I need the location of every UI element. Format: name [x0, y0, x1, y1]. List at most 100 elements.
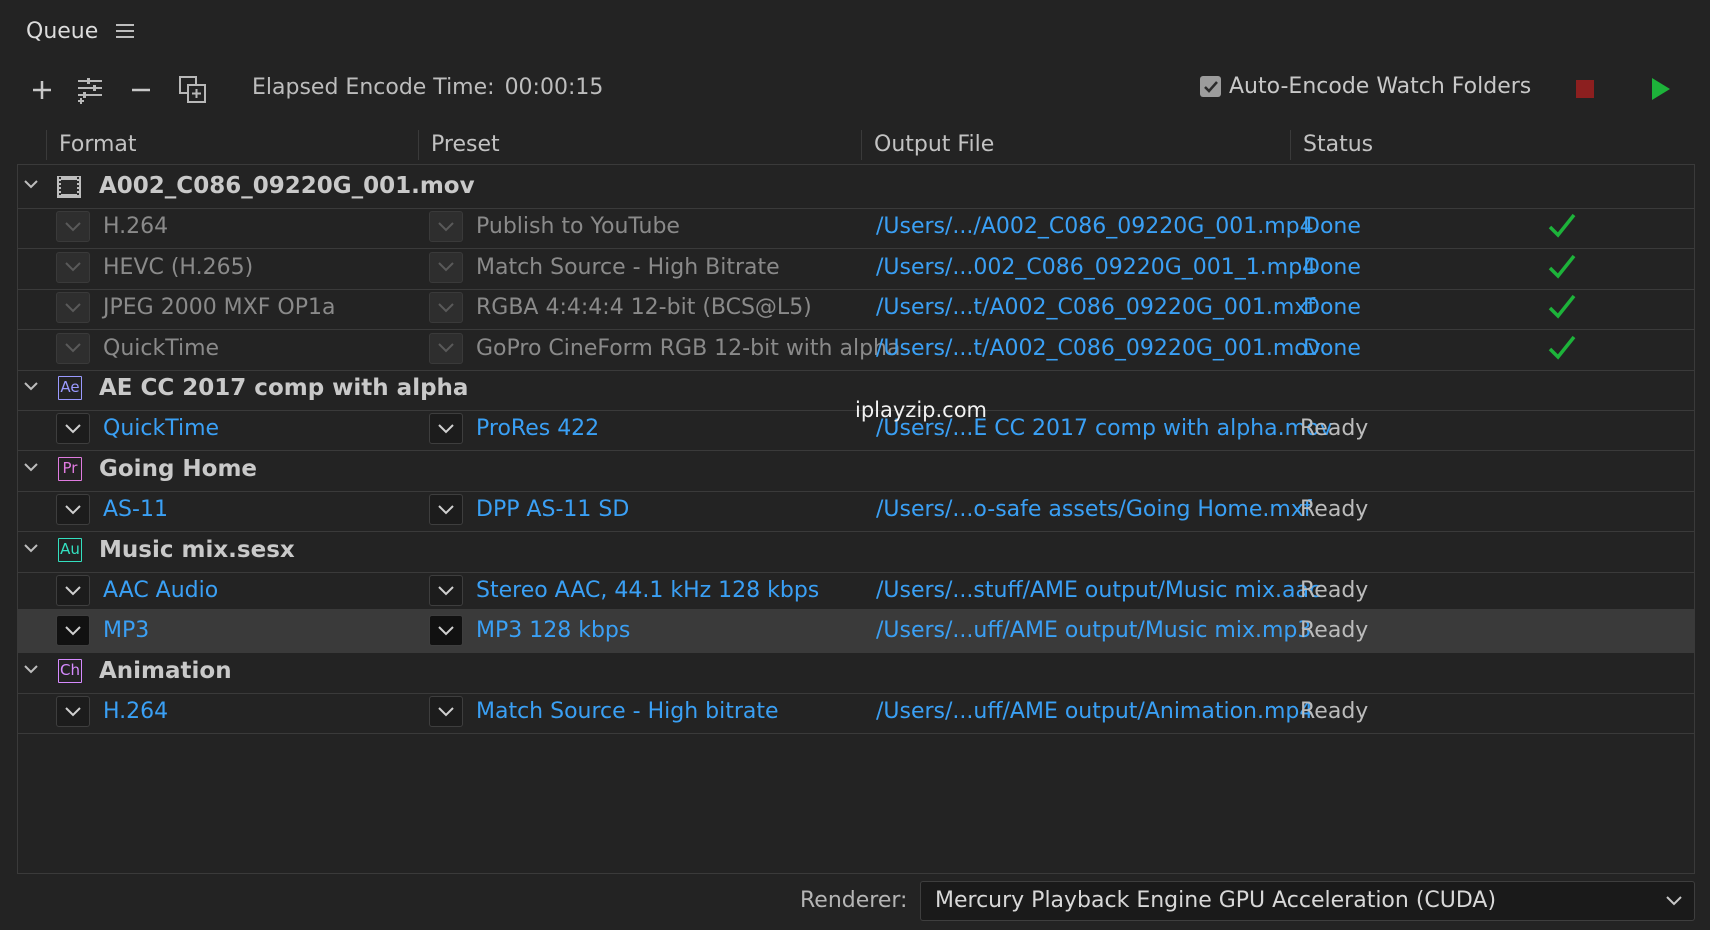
chevron-down-icon[interactable] [24, 662, 38, 676]
watermark-text: iplayzip.com [855, 398, 988, 422]
chevron-down-icon [438, 424, 454, 434]
format-value[interactable]: H.264 [103, 699, 168, 724]
preset-value[interactable]: Match Source - High bitrate [476, 699, 779, 724]
output-file-link[interactable]: /Users/...stuff/AME output/Music mix.aac [876, 578, 1321, 603]
elapsed-label: Elapsed Encode Time: [252, 75, 495, 100]
format-dropdown[interactable] [56, 332, 90, 364]
preset-value[interactable]: Match Source - High Bitrate [476, 255, 780, 280]
output-row[interactable]: H.264 Publish to YouTube /Users/.../A002… [18, 205, 1694, 250]
preset-dropdown[interactable] [429, 494, 463, 526]
format-dropdown[interactable] [56, 211, 90, 243]
output-row[interactable]: H.264 Match Source - High bitrate /Users… [18, 690, 1694, 735]
output-file-link[interactable]: /Users/...t/A002_C086_09220G_001.mxf [876, 295, 1315, 320]
preset-dropdown[interactable] [429, 292, 463, 324]
preset-dropdown[interactable] [429, 211, 463, 243]
panel-header: Queue [26, 14, 135, 48]
preset-dropdown[interactable] [429, 251, 463, 283]
add-output-button[interactable] [74, 74, 106, 106]
output-row[interactable]: AAC Audio Stereo AAC, 44.1 kHz 128 kbps … [18, 569, 1694, 613]
format-dropdown[interactable] [56, 494, 90, 526]
output-file-link[interactable]: /Users/...t/A002_C086_09220G_001.mov [876, 336, 1321, 361]
chevron-down-icon[interactable] [24, 541, 38, 555]
chevron-down-icon [438, 343, 454, 353]
output-row[interactable]: HEVC (H.265) Match Source - High Bitrate… [18, 246, 1694, 290]
renderer-select[interactable]: Mercury Playback Engine GPU Acceleration… [920, 881, 1695, 921]
done-check-icon [1548, 295, 1576, 319]
chevron-down-icon[interactable] [24, 460, 38, 474]
preset-value[interactable]: RGBA 4:4:4:4 12-bit (BCS@L5) [476, 295, 812, 320]
format-value[interactable]: H.264 [103, 214, 168, 239]
preset-value[interactable]: Publish to YouTube [476, 214, 680, 239]
format-value[interactable]: MP3 [103, 618, 149, 643]
preset-value[interactable]: GoPro CineForm RGB 12-bit with alpha [476, 336, 900, 361]
checkmark-icon [1203, 80, 1218, 93]
output-row[interactable]: JPEG 2000 MXF OP1a RGBA 4:4:4:4 12-bit (… [18, 286, 1694, 331]
auto-encode-toggle[interactable]: Auto-Encode Watch Folders [1200, 74, 1531, 99]
format-dropdown[interactable] [56, 292, 90, 324]
status-value: Ready [1300, 578, 1369, 603]
output-row[interactable]: QuickTime GoPro CineForm RGB 12-bit with… [18, 327, 1694, 371]
done-check-icon [1548, 254, 1576, 279]
toolbar: Elapsed Encode Time: 00:00:15 Auto-Encode… [0, 66, 1710, 112]
minus-icon [132, 88, 150, 92]
after-effects-icon: Ae [58, 376, 82, 400]
preset-dropdown[interactable] [429, 615, 463, 647]
format-value[interactable]: AS-11 [103, 497, 168, 522]
chevron-down-icon [65, 585, 81, 595]
chevron-down-icon[interactable] [24, 379, 38, 393]
status-value: Ready [1300, 699, 1369, 725]
remove-button[interactable] [125, 74, 157, 106]
chevron-down-icon [65, 626, 81, 636]
preset-dropdown[interactable] [429, 413, 463, 445]
format-dropdown[interactable] [56, 251, 90, 283]
column-output-file[interactable]: Output File [861, 130, 994, 160]
format-value[interactable]: HEVC (H.265) [103, 255, 253, 280]
format-value[interactable]: JPEG 2000 MXF OP1a [103, 295, 335, 320]
source-row[interactable]: Au Music mix.sesx [18, 529, 1694, 573]
format-dropdown[interactable] [56, 696, 90, 728]
preset-dropdown[interactable] [429, 575, 463, 606]
panel-menu-icon[interactable] [116, 24, 135, 38]
preset-value[interactable]: ProRes 422 [476, 416, 599, 441]
elapsed-value: 00:00:15 [504, 75, 604, 100]
output-row[interactable]: MP3 MP3 128 kbps /Users/...uff/AME outpu… [18, 609, 1694, 654]
source-row[interactable]: Ch Animation [18, 650, 1694, 694]
column-format[interactable]: Format [46, 130, 137, 160]
chevron-down-icon [438, 222, 454, 232]
chevron-down-icon [438, 626, 454, 636]
output-file-link[interactable]: /Users/...uff/AME output/Music mix.mp3 [876, 618, 1311, 643]
done-check-icon [1548, 335, 1576, 360]
source-row[interactable]: Pr Going Home [18, 448, 1694, 492]
format-value[interactable]: AAC Audio [103, 578, 218, 603]
stop-queue-button[interactable] [1576, 80, 1594, 98]
column-status[interactable]: Status [1290, 130, 1373, 160]
add-source-button[interactable] [26, 74, 58, 106]
output-row[interactable]: AS-11 DPP AS-11 SD /Users/...o-safe asse… [18, 488, 1694, 533]
preset-dropdown[interactable] [429, 696, 463, 728]
preset-dropdown[interactable] [429, 332, 463, 364]
format-dropdown[interactable] [56, 413, 90, 445]
format-value[interactable]: QuickTime [103, 336, 219, 361]
output-file-link[interactable]: /Users/...uff/AME output/Animation.mp4 [876, 699, 1313, 724]
output-file-link[interactable]: /Users/.../A002_C086_09220G_001.mp4 [876, 214, 1314, 239]
column-preset[interactable]: Preset [418, 130, 500, 160]
preset-value[interactable]: MP3 128 kbps [476, 618, 630, 643]
format-dropdown[interactable] [56, 615, 90, 647]
output-file-link[interactable]: /Users/...002_C086_09220G_001_1.mp4 [876, 255, 1316, 280]
renderer-label: Renderer: [800, 888, 908, 913]
auto-encode-checkbox[interactable] [1200, 76, 1221, 97]
source-name: AE CC 2017 comp with alpha [99, 375, 469, 401]
chevron-down-icon [438, 262, 454, 272]
chevron-down-icon[interactable] [24, 177, 38, 191]
renderer-value: Mercury Playback Engine GPU Acceleration… [935, 888, 1497, 913]
output-file-link[interactable]: /Users/...o-safe assets/Going Home.mxf [876, 497, 1312, 522]
format-value[interactable]: QuickTime [103, 416, 219, 441]
duplicate-button[interactable] [177, 74, 209, 106]
preset-value[interactable]: DPP AS-11 SD [476, 497, 629, 522]
chevron-down-icon [65, 343, 81, 353]
source-row[interactable]: A002_C086_09220G_001.mov [18, 165, 1694, 209]
start-queue-button[interactable] [1652, 78, 1670, 100]
preset-value[interactable]: Stereo AAC, 44.1 kHz 128 kbps [476, 578, 819, 603]
source-name: Animation [99, 657, 232, 684]
format-dropdown[interactable] [56, 575, 90, 606]
